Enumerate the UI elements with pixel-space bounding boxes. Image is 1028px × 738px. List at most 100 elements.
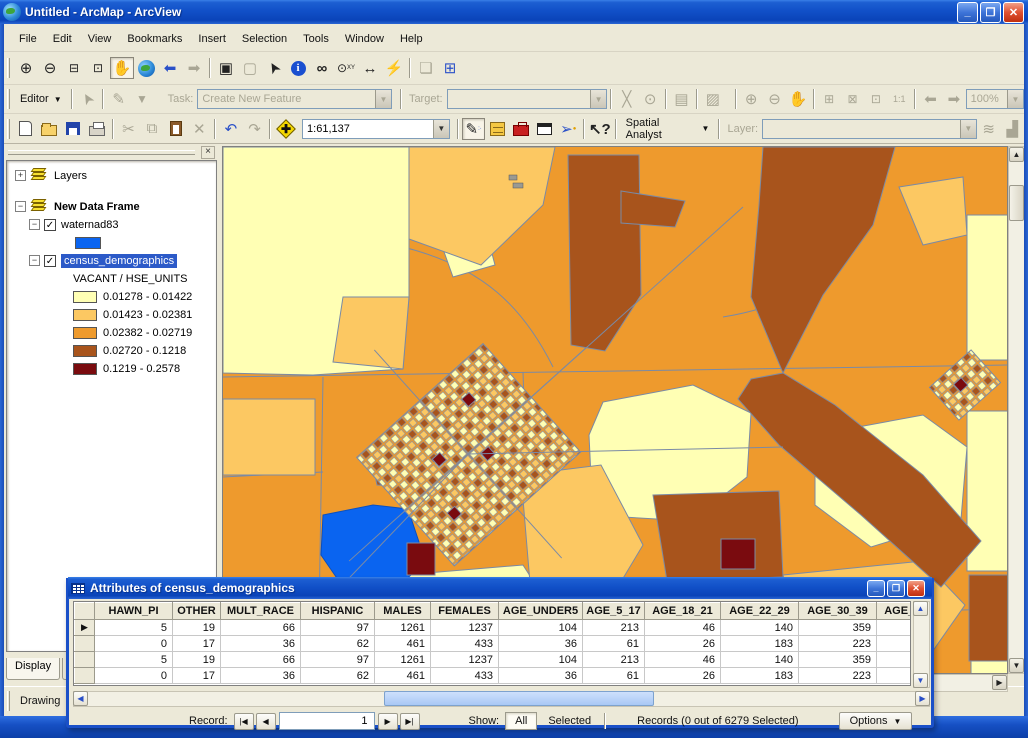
layout-zoom-in-icon[interactable]: ⊕: [740, 88, 763, 110]
open-icon[interactable]: [38, 118, 62, 140]
column-header[interactable]: FEMALES: [431, 603, 499, 620]
menu-tools[interactable]: Tools: [296, 30, 336, 48]
sketch-pencil-dropdown-icon[interactable]: ▼: [130, 88, 153, 110]
go-forward-extent-icon[interactable]: ➡: [182, 57, 206, 79]
undo-icon[interactable]: ↶: [219, 118, 243, 140]
record-number-input[interactable]: [279, 712, 375, 730]
attwin-minimize-button[interactable]: _: [867, 580, 885, 597]
previous-record-icon[interactable]: ◀: [256, 713, 276, 730]
zoom-page-width-icon[interactable]: ⊠: [841, 88, 864, 110]
attributes-dialog-icon[interactable]: ▤: [670, 88, 693, 110]
toc-data-frame[interactable]: New Data Frame: [54, 201, 140, 213]
find-icon[interactable]: ∞: [310, 57, 334, 79]
column-header[interactable]: HISPANIC: [301, 603, 375, 620]
table-row[interactable]: ▶ 519 6697 12611237 104213 46140 35947: [75, 620, 912, 636]
options-button[interactable]: Options▼: [839, 712, 913, 730]
toc-water-layer[interactable]: waternad83: [61, 219, 119, 231]
copy-icon[interactable]: ⧉: [140, 118, 164, 140]
row-selector[interactable]: [75, 668, 95, 684]
column-header[interactable]: AGE_30_39: [799, 603, 877, 620]
column-header[interactable]: MALES: [375, 603, 431, 620]
column-header[interactable]: MULT_RACE: [221, 603, 301, 620]
show-all-button[interactable]: All: [505, 712, 537, 730]
collapse-icon[interactable]: −: [29, 219, 40, 230]
map-vertical-scrollbar[interactable]: ▲ ▼: [1008, 146, 1025, 674]
contour-icon[interactable]: ≋: [977, 118, 1001, 140]
attribute-horizontal-scrollbar[interactable]: ◀ ▶: [73, 691, 930, 707]
layer-combobox[interactable]: ▼: [762, 119, 977, 139]
water-layer-checkbox[interactable]: ✓: [44, 219, 56, 231]
zoom-100-icon[interactable]: ⊡: [864, 88, 887, 110]
full-extent-icon[interactable]: [134, 57, 158, 79]
rotate-tool-icon[interactable]: ⊙: [638, 88, 661, 110]
minimize-button[interactable]: _: [957, 2, 978, 23]
editor-toolbar-toggle-icon[interactable]: ✎:·: [462, 118, 486, 140]
cut-icon[interactable]: ✂: [117, 118, 141, 140]
html-popup-icon[interactable]: ❏: [414, 57, 438, 79]
layout-zoom-combobox[interactable]: 100%▼: [966, 89, 1024, 109]
attribute-vertical-scrollbar[interactable]: ▲ ▼: [913, 601, 930, 688]
row-selector[interactable]: [75, 652, 95, 668]
column-header[interactable]: AGE_22_29: [721, 603, 799, 620]
zoom-out-icon[interactable]: ⊖: [38, 57, 62, 79]
redo-icon[interactable]: ↷: [243, 118, 267, 140]
column-header[interactable]: HAWN_PI: [95, 603, 173, 620]
vertical-scroll-thumb[interactable]: [1009, 185, 1024, 221]
collapse-icon[interactable]: −: [15, 201, 26, 212]
fixed-zoom-out-icon[interactable]: ⊡: [86, 57, 110, 79]
help-pointer-icon[interactable]: ↖?: [588, 118, 612, 140]
scroll-up-icon[interactable]: ▲: [913, 601, 928, 616]
editor-menu-button[interactable]: Editor▼: [14, 88, 68, 110]
save-icon[interactable]: [61, 118, 85, 140]
arctoolbox-icon[interactable]: [509, 118, 533, 140]
go-to-xy-icon[interactable]: ⊙XY: [334, 57, 358, 79]
first-record-icon[interactable]: |◀: [234, 713, 254, 730]
current-record-marker[interactable]: ▶: [75, 620, 95, 636]
table-row[interactable]: 017 3662 461433 3661 26183 22310: [75, 636, 912, 652]
delete-icon[interactable]: ✕: [187, 118, 211, 140]
layout-pan-icon[interactable]: ✋: [786, 88, 809, 110]
zoom-whole-page-icon[interactable]: ⊞: [818, 88, 841, 110]
previous-page-icon[interactable]: ⬅: [919, 88, 942, 110]
spatial-analyst-menu-button[interactable]: Spatial Analyst▼: [620, 118, 716, 140]
histogram-icon[interactable]: ▟: [1000, 118, 1024, 140]
add-data-icon[interactable]: ✚: [274, 118, 298, 140]
task-combobox[interactable]: Create New Feature▼: [197, 89, 392, 109]
identify-icon[interactable]: i: [286, 57, 310, 79]
menu-view[interactable]: View: [81, 30, 119, 48]
water-symbol-swatch[interactable]: [75, 237, 101, 249]
legend-swatch-2[interactable]: [73, 309, 97, 321]
menu-window[interactable]: Window: [338, 30, 391, 48]
table-row[interactable]: 017 3662 461433 3661 26183 22310: [75, 668, 912, 684]
scroll-left-icon[interactable]: ◀: [73, 691, 88, 706]
horizontal-scroll-thumb[interactable]: [384, 691, 654, 706]
scroll-down-icon[interactable]: ▼: [913, 673, 928, 688]
show-selected-button[interactable]: Selected: [539, 713, 600, 729]
attribute-window-titlebar[interactable]: Attributes of census_demographics _ ❐ ✕: [68, 577, 932, 599]
attwin-restore-button[interactable]: ❐: [887, 580, 905, 597]
menu-bookmarks[interactable]: Bookmarks: [120, 30, 189, 48]
scroll-right-icon[interactable]: ▶: [915, 691, 930, 706]
column-header[interactable]: AGE_UNDER5: [499, 603, 583, 620]
collapse-icon[interactable]: −: [29, 255, 40, 266]
attribute-grid[interactable]: HAWN_PI OTHER MULT_RACE HISPANIC MALES F…: [73, 601, 911, 686]
modelbuilder-icon[interactable]: ➢●: [556, 118, 580, 140]
magnifier-window-icon[interactable]: ⊞: [438, 57, 462, 79]
attwin-close-button[interactable]: ✕: [907, 580, 925, 597]
column-header[interactable]: OTHER: [173, 603, 221, 620]
select-features-icon[interactable]: ▣: [214, 57, 238, 79]
census-layer-checkbox[interactable]: ✓: [44, 255, 56, 267]
legend-swatch-3[interactable]: [73, 327, 97, 339]
table-row[interactable]: 519 6697 12611237 104213 46140 35947: [75, 652, 912, 668]
hyperlink-icon[interactable]: ⚡: [382, 57, 406, 79]
sketch-properties-icon[interactable]: ▨: [701, 88, 724, 110]
column-header[interactable]: AGE_18_21: [645, 603, 721, 620]
target-combobox[interactable]: ▼: [447, 89, 608, 109]
expand-icon[interactable]: +: [15, 170, 26, 181]
column-header[interactable]: AGE_5_17: [583, 603, 645, 620]
toc-layers-group[interactable]: Layers: [54, 170, 87, 182]
scroll-right-icon[interactable]: ▶: [992, 675, 1007, 690]
measure-icon[interactable]: ↔: [358, 57, 382, 79]
paste-icon[interactable]: [164, 118, 188, 140]
restore-button[interactable]: ❐: [980, 2, 1001, 23]
